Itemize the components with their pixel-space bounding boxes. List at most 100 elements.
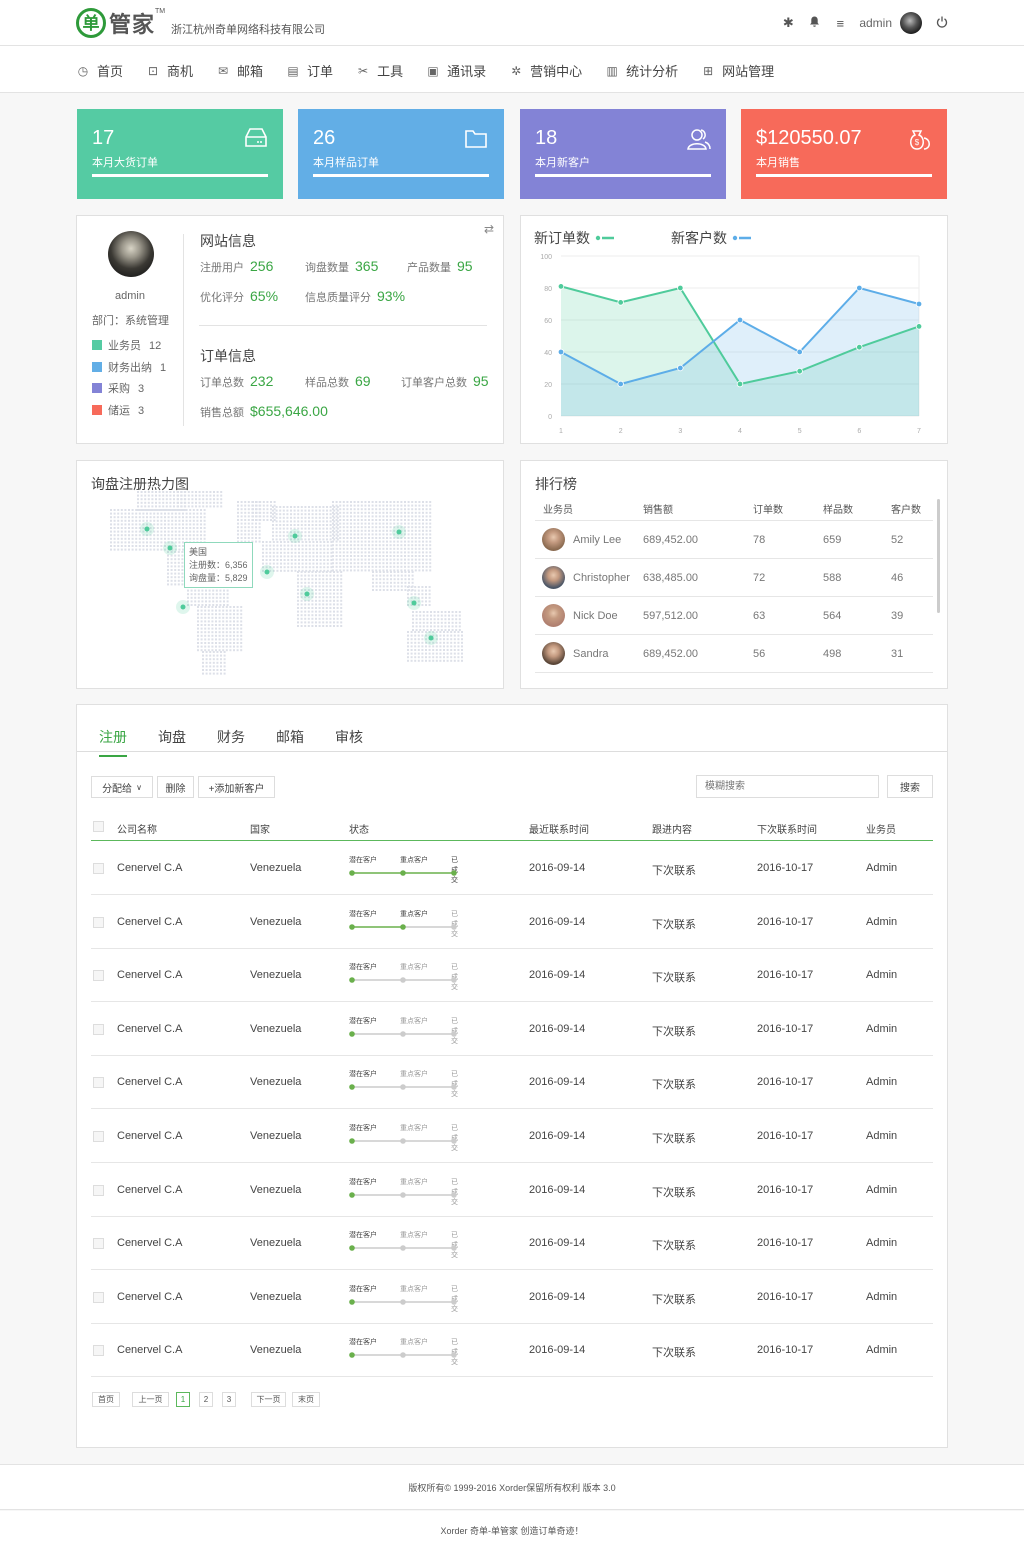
table-row[interactable]: Cenervel C.AVenezuela潜在客户重点客户已成交2016-09-… — [91, 1217, 933, 1271]
prev-page-button[interactable]: 上一页 — [132, 1392, 169, 1407]
data-point[interactable] — [557, 283, 565, 290]
stage-dot — [451, 1084, 457, 1091]
ranking-scrollbar[interactable] — [937, 499, 940, 613]
bell-icon[interactable] — [801, 16, 827, 31]
delete-button[interactable]: 删除 — [157, 776, 194, 798]
stage-label: 重点客户 — [400, 1071, 428, 1079]
tab-1[interactable]: 询盘 — [158, 727, 186, 757]
table-row[interactable]: Cenervel C.AVenezuela潜在客户重点客户已成交2016-09-… — [91, 1271, 933, 1324]
ranking-header-cell: 销售额 — [643, 505, 673, 516]
data-point[interactable] — [856, 284, 863, 292]
gear-icon[interactable]: ✱ — [775, 15, 801, 31]
money-bag-icon: $ — [907, 127, 933, 151]
ranking-row[interactable]: Christopher 638,485.00 72 588 46 — [535, 559, 933, 597]
nav-item-0[interactable]: ◷ 首页 — [76, 61, 123, 80]
power-icon[interactable] — [936, 16, 948, 31]
stat-card-3[interactable]: $120550.07 本月销售 $ — [741, 109, 947, 199]
add-customer-button[interactable]: +添加新客户 — [198, 776, 275, 798]
main-nav: ◷ 首页 ⊡ 商机 ✉ 邮箱 ▤ 订单 ✂ 工具 ▣ 通讯录 ✲ 营销中心 ▥ 统计分析 ⊞ 网站管理 — [76, 61, 797, 80]
rep-avatar — [542, 566, 565, 589]
tab-2[interactable]: 财务 — [217, 727, 245, 757]
page-button-2[interactable]: 2 — [199, 1392, 213, 1407]
row-checkbox[interactable] — [93, 1184, 104, 1196]
row-checkbox[interactable] — [93, 1238, 104, 1250]
ranking-row[interactable]: Sandra 689,452.00 56 498 31 — [535, 635, 933, 673]
data-point[interactable] — [796, 348, 803, 356]
username[interactable]: admin — [859, 16, 892, 30]
data-point[interactable] — [915, 300, 923, 308]
row-checkbox[interactable] — [93, 863, 104, 874]
page-button-3[interactable]: 3 — [222, 1392, 236, 1407]
tab-4[interactable]: 审核 — [335, 727, 363, 757]
legend-label: 采购 — [108, 383, 130, 395]
next-contact-date: 2016-10-17 — [757, 862, 814, 874]
search-input[interactable] — [696, 775, 879, 798]
nav-item-8[interactable]: ⊞ 网站管理 — [701, 61, 774, 80]
page-button-1[interactable]: 1 — [176, 1392, 190, 1407]
row-checkbox[interactable] — [93, 1023, 104, 1035]
ranking-row[interactable]: Amily Lee 689,452.00 78 659 52 — [535, 521, 933, 559]
next-page-button[interactable]: 下一页 — [251, 1392, 286, 1407]
nav-item-5[interactable]: ▣ 通讯录 — [426, 61, 486, 80]
logo[interactable]: 单 管家 TM — [76, 7, 165, 39]
ranking-row[interactable]: Nick Doe 597,512.00 63 564 39 — [535, 597, 933, 635]
nav-item-1[interactable]: ⊡ 商机 — [146, 61, 193, 80]
nav-item-3[interactable]: ▤ 订单 — [286, 61, 333, 80]
data-point[interactable] — [796, 367, 803, 375]
table-row[interactable]: Cenervel C.AVenezuela潜在客户重点客户已成交2016-09-… — [91, 1324, 933, 1378]
search-button[interactable]: 搜索 — [887, 775, 933, 798]
table-row[interactable]: Cenervel C.AVenezuela潜在客户重点客户已成交2016-09-… — [91, 1056, 933, 1110]
last-page-button[interactable]: 末页 — [292, 1392, 320, 1407]
data-point[interactable] — [856, 343, 863, 351]
first-page-button[interactable]: 首页 — [92, 1392, 120, 1407]
stage-dot — [400, 923, 406, 930]
stage-dot — [349, 1245, 355, 1251]
sales-rep: Admin — [866, 1290, 898, 1303]
nav-item-4[interactable]: ✂ 工具 — [356, 61, 403, 80]
data-point[interactable] — [617, 380, 624, 388]
row-checkbox[interactable] — [93, 970, 104, 982]
data-point[interactable] — [677, 364, 684, 372]
data-point[interactable] — [557, 348, 565, 356]
status-progress: 潜在客户重点客户已成交 — [349, 909, 459, 939]
tab-3[interactable]: 邮箱 — [276, 727, 304, 757]
rep-avatar — [542, 642, 565, 665]
table-row[interactable]: Cenervel C.AVenezuela潜在客户重点客户已成交2016-09-… — [91, 896, 933, 949]
company-name: 浙江杭州奇单网络科技有限公司 — [171, 24, 325, 36]
info-stat: 销售总额 $655,646.00 — [200, 403, 328, 420]
assign-dropdown[interactable]: 分配给 ∨ — [91, 776, 153, 798]
info-stat-label: 注册用户 — [200, 262, 244, 274]
stat-value: 18 — [535, 127, 558, 149]
table-row[interactable]: Cenervel C.AVenezuela潜在客户重点客户已成交2016-09-… — [91, 842, 933, 895]
row-checkbox[interactable] — [93, 1131, 104, 1142]
user-avatar[interactable] — [900, 12, 922, 34]
legend-count: 3 — [138, 383, 145, 395]
data-point[interactable] — [677, 284, 684, 292]
stat-card-0[interactable]: 17 本月大货订单 — [77, 109, 283, 199]
row-checkbox[interactable] — [93, 1291, 104, 1303]
tab-0[interactable]: 注册 — [99, 727, 127, 757]
x-tick-label: 1 — [559, 428, 563, 435]
row-checkbox[interactable] — [93, 1077, 104, 1089]
nav-item-label: 邮箱 — [237, 64, 264, 79]
company-name: Cenervel C.A — [117, 1344, 183, 1357]
select-all-checkbox[interactable] — [93, 821, 104, 832]
nav-item-2[interactable]: ✉ 邮箱 — [216, 61, 263, 80]
nav-item-7[interactable]: ▥ 统计分析 — [605, 61, 678, 80]
row-checkbox[interactable] — [93, 916, 104, 928]
data-point[interactable] — [915, 323, 923, 330]
swap-icon[interactable]: ⇄ — [484, 222, 494, 236]
data-point[interactable] — [736, 380, 744, 388]
table-row[interactable]: Cenervel C.AVenezuela潜在客户重点客户已成交2016-09-… — [91, 1164, 933, 1217]
data-point[interactable] — [736, 316, 744, 324]
stat-card-1[interactable]: 26 本月样品订单 — [298, 109, 504, 199]
row-checkbox[interactable] — [93, 1345, 104, 1357]
table-row[interactable]: Cenervel C.AVenezuela潜在客户重点客户已成交2016-09-… — [91, 1003, 933, 1056]
table-row[interactable]: Cenervel C.AVenezuela潜在客户重点客户已成交2016-09-… — [91, 1110, 933, 1163]
data-point[interactable] — [617, 299, 624, 306]
table-row[interactable]: Cenervel C.AVenezuela潜在客户重点客户已成交2016-09-… — [91, 949, 933, 1003]
menu-icon[interactable]: ≡ — [827, 16, 853, 31]
nav-item-6[interactable]: ✲ 营销中心 — [509, 61, 582, 80]
stat-card-2[interactable]: 18 本月新客户 — [520, 109, 726, 199]
follow-up: 下次联系 — [652, 1133, 696, 1145]
